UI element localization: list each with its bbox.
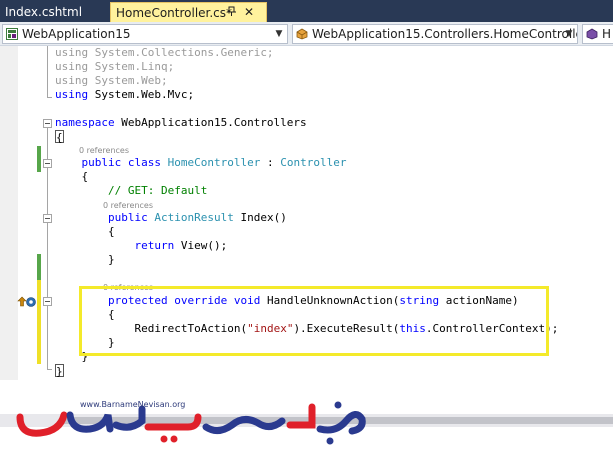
code-line-brace: } — [107, 253, 115, 266]
collapse-override-method-toggle[interactable] — [43, 297, 52, 306]
project-name: WebApplication15 — [22, 27, 131, 41]
outline-guide — [47, 46, 48, 98]
keyword: protected — [107, 294, 168, 307]
brace-match-box: { — [55, 130, 64, 144]
keyword: using — [55, 46, 89, 59]
keyword: void — [233, 294, 261, 307]
member-access: .ControllerContext); — [425, 322, 559, 335]
tab-label: Index.cshtml — [5, 5, 83, 19]
pin-icon[interactable] — [227, 6, 236, 16]
outline-end — [47, 369, 52, 370]
code-line-brace: { — [81, 170, 89, 183]
code-line-brace: { — [107, 225, 115, 238]
method-call: ).ExecuteResult( — [293, 322, 400, 335]
namespace-ref: System.Web; — [94, 74, 168, 87]
code-line-redirect: RedirectToAction("index").ExecuteResult(… — [55, 322, 558, 336]
codelens-references[interactable]: 0 references — [79, 146, 129, 156]
code-line-using: using System.Web.Mvc; — [55, 88, 194, 102]
navigation-bar: WebApplication15 ▼ WebApplication15.Cont… — [0, 22, 613, 46]
logo-url-text: www.BarnameNevisan.org — [80, 400, 186, 409]
method-name: HandleUnknownAction( — [266, 294, 400, 307]
csharp-project-icon — [6, 28, 18, 40]
namespace-ref: System.Collections.Generic; — [94, 46, 274, 59]
member-dropdown[interactable]: H — [582, 24, 613, 44]
member-name: H — [602, 27, 612, 41]
type-name: HomeController — [167, 156, 261, 169]
code-line-method: public ActionResult Index() — [55, 211, 287, 225]
code-line-using: using System.Collections.Generic; — [55, 46, 274, 60]
code-editor[interactable]: using System.Collections.Generic; using … — [0, 46, 613, 427]
override-arrow-icon[interactable] — [17, 296, 37, 308]
code-line-using: using System.Linq; — [55, 60, 174, 74]
method-signature: Index() — [240, 211, 287, 224]
keyword: string — [399, 294, 440, 307]
class-icon — [296, 28, 308, 40]
code-line-namespace: namespace WebApplication15.Controllers — [55, 116, 307, 130]
change-bar-saved — [37, 254, 41, 280]
namespace-ref: System.Linq; — [94, 60, 175, 73]
code-line-brace: } — [107, 336, 115, 349]
site-logo: www.BarnameNevisan.org — [12, 385, 372, 445]
method-icon — [586, 28, 598, 40]
type-name: ActionResult — [154, 211, 234, 224]
document-tab-strip: Index.cshtml HomeController.cs* ✕ — [0, 0, 613, 22]
tab-label: HomeController.cs* — [116, 6, 233, 20]
code-line-brace: } — [81, 350, 89, 363]
logo-graphic — [16, 401, 366, 445]
type-name: Controller — [280, 156, 347, 169]
keyword: using — [55, 60, 89, 73]
code-line-using: using System.Web; — [55, 74, 168, 88]
keyword: class — [127, 156, 161, 169]
keyword: namespace — [55, 116, 115, 129]
punctuation: : — [266, 156, 274, 169]
change-bar-unsaved — [37, 280, 41, 364]
method-call: RedirectToAction( — [134, 322, 248, 335]
code-line-brace: { — [107, 308, 115, 321]
keyword: override — [174, 294, 228, 307]
collapse-index-method-toggle[interactable] — [43, 214, 52, 223]
keyword: public — [107, 211, 148, 224]
string-literal: "index" — [247, 322, 294, 335]
codelens-references[interactable]: 0 references — [103, 283, 153, 293]
code-line-class: public class HomeController : Controller — [55, 156, 347, 170]
code-line-override-method: protected override void HandleUnknownAct… — [55, 294, 519, 308]
type-name: WebApplication15.Controllers.HomeControl… — [312, 27, 578, 41]
brace-match-box: } — [55, 364, 64, 378]
chevron-down-icon: ▼ — [275, 29, 283, 39]
chevron-down-icon: ▼ — [565, 29, 573, 39]
keyword: this — [399, 322, 426, 335]
change-bar-saved — [37, 146, 41, 172]
tab-homecontroller-cs[interactable]: HomeController.cs* ✕ — [110, 2, 267, 22]
comment: // GET: Default — [107, 184, 208, 197]
codelens-references[interactable]: 0 references — [103, 201, 153, 211]
code-line-return: return View(); — [55, 239, 227, 253]
indicator-margin — [0, 46, 18, 380]
project-dropdown[interactable]: WebApplication15 ▼ — [2, 24, 288, 44]
parameter: actionName) — [445, 294, 519, 307]
namespace-name: WebApplication15.Controllers — [121, 116, 307, 129]
collapse-class-toggle[interactable] — [43, 159, 52, 168]
outline-end — [47, 97, 52, 98]
keyword: using — [55, 74, 89, 87]
type-dropdown[interactable]: WebApplication15.Controllers.HomeControl… — [292, 24, 578, 44]
code-line-brace: } — [55, 364, 64, 378]
keyword: return — [134, 239, 175, 252]
close-icon[interactable]: ✕ — [244, 3, 254, 21]
namespace-ref: System.Web.Mvc; — [94, 88, 195, 101]
code-line-comment: // GET: Default — [55, 184, 207, 198]
expression: View(); — [180, 239, 228, 252]
keyword: using — [55, 88, 89, 101]
code-line-brace: { — [55, 130, 64, 144]
collapse-namespace-toggle[interactable] — [43, 119, 52, 128]
tab-index-cshtml[interactable]: Index.cshtml — [0, 2, 108, 22]
keyword: public — [81, 156, 122, 169]
